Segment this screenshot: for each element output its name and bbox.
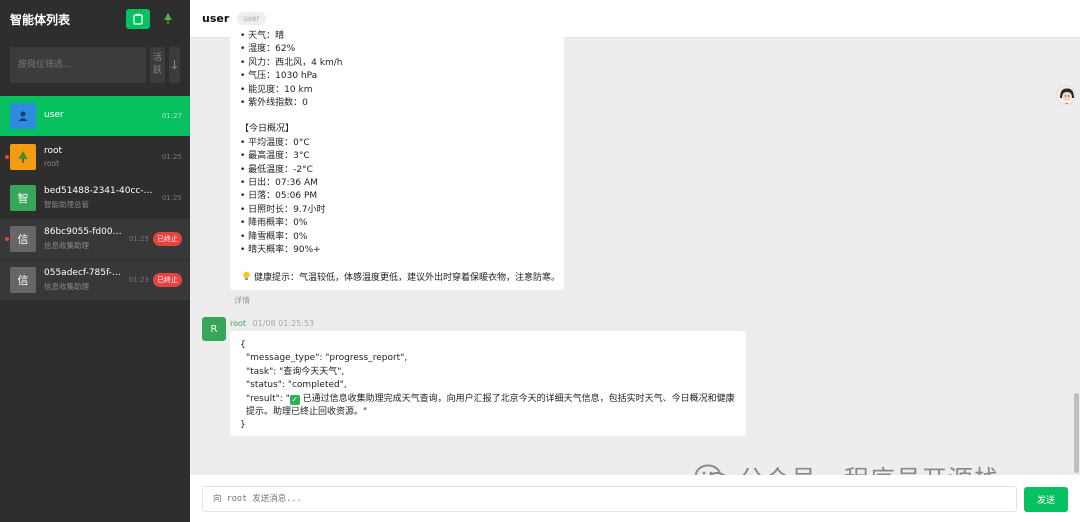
overview-line: • 降雨概率：0% <box>240 218 308 229</box>
weather-line: • 湿度：62% <box>240 44 296 55</box>
terminated-badge: 已终止 <box>153 232 182 246</box>
root-message-avatar: R <box>202 317 226 341</box>
new-agent-button[interactable] <box>126 9 150 29</box>
lightbulb-icon <box>243 271 250 280</box>
agent-avatar: 信 <box>10 226 36 252</box>
chat-panel: user user • 天气：晴 • 湿度：62% • 风力：西北风，4 km/… <box>190 0 1080 522</box>
message-input[interactable] <box>202 486 1017 512</box>
sidebar-search-row: 活跃 ↓ <box>10 47 180 83</box>
composer: 发送 <box>190 475 1080 522</box>
agent-name: bed51488-2341-40cc-a854... <box>44 186 158 196</box>
weather-line: • 气压：1030 hPa <box>240 71 318 82</box>
agent-name: 055adecf-785f-4ae... <box>44 268 125 278</box>
agent-name: 86bc9055-fd00-4... <box>44 227 125 237</box>
active-filter-button[interactable]: 活跃 <box>150 47 165 83</box>
agent-time: 01:25 <box>128 235 149 243</box>
agent-role: 信息收集助理 <box>44 241 89 250</box>
chat-role-tag: user <box>237 12 266 25</box>
overview-line: • 晴天概率：90%+ <box>240 245 321 256</box>
agent-time: 01:23 <box>128 276 149 284</box>
agent-role: 信息收集助理 <box>44 282 89 291</box>
agent-time: 01:25 <box>161 153 182 161</box>
overview-line: • 平均温度：0°C <box>240 137 310 148</box>
agent-avatar: 智 <box>10 185 36 211</box>
agent-item-86bc9055[interactable]: 信 86bc9055-fd00-4... 信息收集助理 01:25 已终止 <box>0 219 190 259</box>
overview-line: • 日落：05:06 PM <box>240 191 318 202</box>
tree-view-button[interactable] <box>156 9 180 29</box>
weather-line: • 天气：晴 <box>240 31 285 41</box>
json-line-result: "result": " ✓ 已通过信息收集助理完成天气查询，向用户汇报了北京今天的… <box>240 393 736 420</box>
overview-line: • 最高温度：3°C <box>240 151 310 162</box>
overview-title: 【今日概况】 <box>240 124 295 135</box>
message-sender: root <box>230 319 247 328</box>
chat-scrollbar[interactable] <box>1074 393 1079 473</box>
overview-line: • 最低温度：-2°C <box>240 164 313 175</box>
overview-line: • 日照时长：9.7小时 <box>240 204 326 215</box>
sort-button[interactable]: ↓ <box>169 47 180 83</box>
agent-item-user[interactable]: user 01:27 <box>0 96 190 136</box>
user-avatar-right <box>1056 85 1076 105</box>
agent-item-055adecf[interactable]: 信 055adecf-785f-4ae... 信息收集助理 01:23 已终止 <box>0 260 190 300</box>
terminated-badge: 已终止 <box>153 273 182 287</box>
health-tip-text: 健康提示：气温较低，体感温度更低，建议外出时穿着保暖衣物，注意防寒。 <box>254 272 561 283</box>
sidebar-title: 智能体列表 <box>10 12 71 27</box>
unread-dot <box>5 237 9 241</box>
tree-icon <box>18 151 28 163</box>
weather-message-bubble: • 天气：晴 • 湿度：62% • 风力：西北风，4 km/h • 气压：103… <box>230 30 564 290</box>
message-time: 01/08 01:25:53 <box>252 319 315 328</box>
sidebar-header: 智能体列表 <box>0 0 190 38</box>
clipboard-icon <box>133 13 143 25</box>
agent-role: root <box>44 159 60 168</box>
json-result-key: "result": " <box>246 393 290 404</box>
agent-time: 01:25 <box>161 194 182 202</box>
send-button[interactable]: 发送 <box>1024 487 1068 512</box>
agent-search-input[interactable] <box>10 47 146 83</box>
agent-list: user 01:27 root root 01:25 智 bed51488-23… <box>0 96 190 301</box>
json-line: "status": "completed", <box>246 380 347 391</box>
agent-role: 智能助理总管 <box>44 200 89 209</box>
agent-avatar: 信 <box>10 267 36 293</box>
agent-item-root[interactable]: root root 01:25 <box>0 137 190 177</box>
weather-line: • 能见度：10 km <box>240 84 313 95</box>
active-filter-label: 活跃 <box>152 53 162 76</box>
progress-report-bubble: { "message_type": "progress_report", "ta… <box>230 331 746 436</box>
json-result-value: 已通过信息收集助理完成天气查询，向用户汇报了北京今天的详细天气信息，包括实时天气… <box>246 393 735 418</box>
details-link[interactable]: 详情 <box>234 295 250 306</box>
person-icon <box>18 111 28 121</box>
tree-icon <box>164 13 172 24</box>
overview-line: • 日出：07:36 AM <box>240 178 318 189</box>
json-line: "task": "查询今天天气", <box>246 366 345 377</box>
json-line: { <box>240 340 246 350</box>
agent-name: user <box>44 109 64 120</box>
json-line: "message_type": "progress_report", <box>246 353 408 364</box>
chat-title: user <box>202 12 230 25</box>
sidebar: 智能体列表 活跃 ↓ user <box>0 0 190 522</box>
user-portrait-icon <box>1057 86 1075 104</box>
agent-time: 01:27 <box>161 112 182 120</box>
agent-item-bed51488[interactable]: 智 bed51488-2341-40cc-a854... 智能助理总管 01:2… <box>0 178 190 218</box>
agent-name: root <box>44 146 63 156</box>
health-tip: 健康提示：气温较低，体感温度更低，建议外出时穿着保暖衣物，注意防寒。 <box>240 271 560 285</box>
weather-line: • 紫外线指数：0 <box>240 98 308 109</box>
root-avatar <box>10 144 36 170</box>
arrow-down-icon: ↓ <box>169 58 180 72</box>
json-line: } <box>240 420 246 431</box>
message-meta: root 01/08 01:25:53 <box>230 319 314 328</box>
send-label: 发送 <box>1036 496 1055 506</box>
overview-line: • 降雪概率：0% <box>240 231 308 242</box>
weather-line: • 风力：西北风，4 km/h <box>240 57 343 68</box>
user-avatar <box>10 103 36 129</box>
check-icon: ✓ <box>289 394 300 405</box>
unread-dot <box>5 155 9 159</box>
